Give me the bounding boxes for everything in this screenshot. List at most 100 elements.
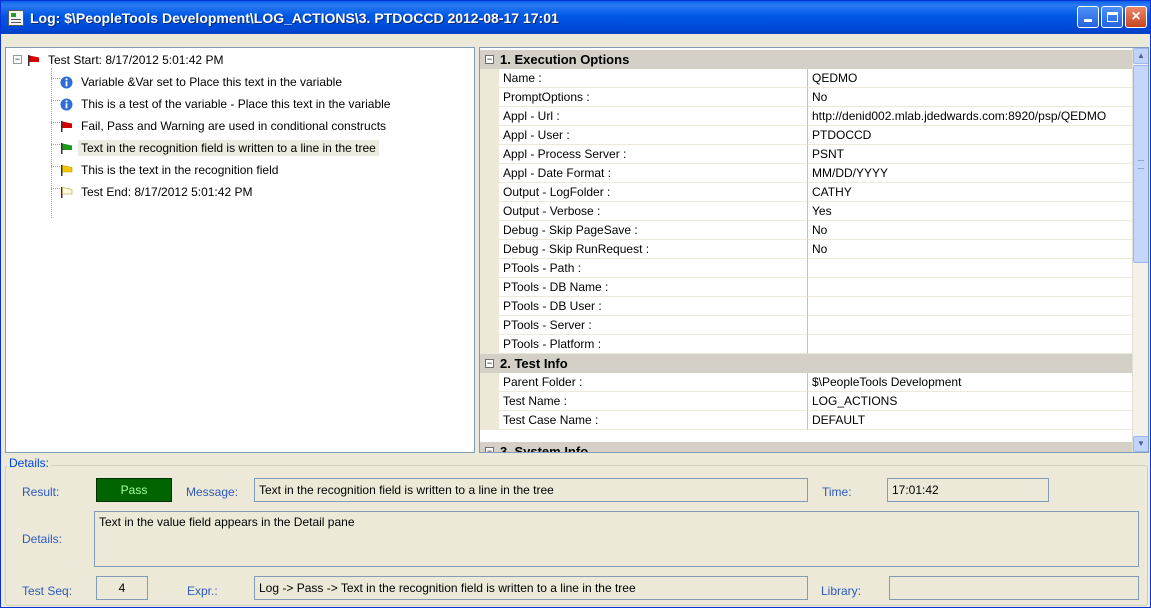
grid-row[interactable]: Name : QEDMO <box>480 69 1134 88</box>
category-collapse-toggle[interactable]: − <box>485 55 494 64</box>
property-value[interactable]: PSNT <box>808 145 1134 164</box>
category-collapse-toggle[interactable]: − <box>485 447 494 452</box>
property-value[interactable] <box>808 316 1134 335</box>
category-label: 3. System Info <box>500 444 589 453</box>
property-value[interactable]: Yes <box>808 202 1134 221</box>
category-label: 1. Execution Options <box>500 52 630 67</box>
details-label: Details: <box>22 532 63 546</box>
tree-collapse-toggle[interactable]: − <box>13 55 22 64</box>
grid-row[interactable]: Appl - Date Format : MM/DD/YYYY <box>480 164 1134 183</box>
tree-node[interactable]: This is a test of the variable - Place t… <box>60 94 393 114</box>
grid-gutter <box>480 278 499 297</box>
property-value[interactable]: $\PeopleTools Development <box>808 373 1134 392</box>
testseq-label: Test Seq: <box>22 584 73 598</box>
tree-node-selected[interactable]: Text in the recognition field is written… <box>60 138 379 158</box>
grid-row[interactable]: Debug - Skip RunRequest : No <box>480 240 1134 259</box>
grid-row[interactable]: Debug - Skip PageSave : No <box>480 221 1134 240</box>
tree-connector <box>51 122 60 123</box>
app-icon[interactable] <box>8 9 24 26</box>
library-field[interactable] <box>889 576 1139 600</box>
grid-row[interactable]: Appl - Process Server : PSNT <box>480 145 1134 164</box>
property-value[interactable] <box>808 278 1134 297</box>
grid-gutter <box>480 240 499 259</box>
testseq-field[interactable]: 4 <box>96 576 148 600</box>
grid-row[interactable]: PTools - DB Name : <box>480 278 1134 297</box>
details-field[interactable]: Text in the value field appears in the D… <box>94 511 1139 567</box>
grid-category-system-info[interactable]: − 3. System Info <box>480 442 1134 453</box>
grid-row[interactable]: Test Case Name : DEFAULT <box>480 411 1134 430</box>
tree-root-node[interactable]: Test Start: 8/17/2012 5:01:42 PM <box>27 50 226 70</box>
message-field[interactable]: Text in the recognition field is written… <box>254 478 808 502</box>
log-tree[interactable]: − Test Start: 8/17/2012 5:01:42 PM Varia… <box>5 47 475 453</box>
info-icon <box>60 76 73 88</box>
category-label: 2. Test Info <box>500 356 568 371</box>
property-value[interactable]: No <box>808 240 1134 259</box>
tree-node[interactable]: Fail, Pass and Warning are used in condi… <box>60 116 389 136</box>
tree-connector <box>51 144 60 145</box>
tree-node-label: This is a test of the variable - Place t… <box>81 97 391 111</box>
tree-node[interactable]: Variable &Var set to Place this text in … <box>60 72 345 92</box>
grid-gutter <box>480 411 499 430</box>
grid-gutter <box>480 335 499 354</box>
result-status-badge: Pass <box>96 478 172 502</box>
maximize-icon <box>1107 12 1118 22</box>
property-grid[interactable]: − 1. Execution Options Name : QEDMO Promp… <box>479 47 1149 453</box>
property-name: PTools - Platform : <box>499 335 808 354</box>
close-button[interactable]: × <box>1125 6 1147 28</box>
tree-node-label: Fail, Pass and Warning are used in condi… <box>81 119 387 133</box>
grid-row[interactable]: PTools - Platform : <box>480 335 1134 354</box>
grid-row[interactable]: Parent Folder : $\PeopleTools Development <box>480 373 1134 392</box>
close-icon: × <box>1131 8 1141 25</box>
property-name: Appl - Url : <box>499 107 808 126</box>
property-value[interactable]: No <box>808 221 1134 240</box>
property-value[interactable]: MM/DD/YYYY <box>808 164 1134 183</box>
grid-row[interactable]: Appl - Url : http://denid002.mlab.jdedwar… <box>480 107 1134 126</box>
minimize-button[interactable] <box>1077 6 1099 28</box>
property-value[interactable] <box>808 335 1134 354</box>
expr-field[interactable]: Log -> Pass -> Text in the recognition f… <box>254 576 808 600</box>
grid-row[interactable]: Test Name : LOG_ACTIONS <box>480 392 1134 411</box>
grid-vertical-scrollbar[interactable]: ▲ ▼ <box>1132 48 1148 452</box>
grid-category-execution-options[interactable]: − 1. Execution Options <box>480 50 1134 69</box>
time-field[interactable]: 17:01:42 <box>887 478 1049 502</box>
tree-node[interactable]: Test End: 8/17/2012 5:01:42 PM <box>60 182 255 202</box>
info-icon <box>60 98 73 110</box>
time-label: Time: <box>822 485 852 499</box>
message-label: Message: <box>186 485 239 499</box>
tree-node-label: Text in the recognition field is written… <box>78 140 379 156</box>
scroll-up-button[interactable]: ▲ <box>1133 48 1148 64</box>
grid-row[interactable]: PTools - Server : <box>480 316 1134 335</box>
title-bar[interactable]: Log: $\PeopleTools Development\LOG_ACTIO… <box>1 1 1150 34</box>
grid-row[interactable]: Appl - User : PTDOCCD <box>480 126 1134 145</box>
log-window: Log: $\PeopleTools Development\LOG_ACTIO… <box>0 0 1151 608</box>
property-value[interactable]: LOG_ACTIONS <box>808 392 1134 411</box>
scroll-down-button[interactable]: ▼ <box>1133 436 1148 452</box>
grid-gutter <box>480 126 499 145</box>
tree-node[interactable]: This is the text in the recognition fiel… <box>60 160 281 180</box>
grid-row[interactable]: Output - LogFolder : CATHY <box>480 183 1134 202</box>
property-value[interactable] <box>808 259 1134 278</box>
grid-gutter <box>480 145 499 164</box>
property-name: PTools - DB User : <box>499 297 808 316</box>
grid-row[interactable]: PromptOptions : No <box>480 88 1134 107</box>
category-collapse-toggle[interactable]: − <box>485 359 494 368</box>
property-value[interactable]: PTDOCCD <box>808 126 1134 145</box>
property-value[interactable]: DEFAULT <box>808 411 1134 430</box>
grid-row[interactable]: Output - Verbose : Yes <box>480 202 1134 221</box>
property-value[interactable]: QEDMO <box>808 69 1134 88</box>
scroll-thumb[interactable] <box>1133 65 1148 263</box>
grid-gutter <box>480 259 499 278</box>
property-value[interactable]: No <box>808 88 1134 107</box>
property-value[interactable] <box>808 297 1134 316</box>
property-value[interactable]: http://denid002.mlab.jdedwards.com:8920/… <box>808 107 1134 126</box>
tree-connector <box>51 166 60 167</box>
tree-connector <box>51 188 60 189</box>
grid-category-test-info[interactable]: − 2. Test Info <box>480 354 1134 373</box>
property-value[interactable]: CATHY <box>808 183 1134 202</box>
grid-row[interactable]: PTools - Path : <box>480 259 1134 278</box>
maximize-button[interactable] <box>1101 6 1123 28</box>
grid-gutter <box>480 316 499 335</box>
grid-row[interactable]: PTools - DB User : <box>480 297 1134 316</box>
minimize-icon <box>1084 19 1092 22</box>
property-name: PTools - Path : <box>499 259 808 278</box>
